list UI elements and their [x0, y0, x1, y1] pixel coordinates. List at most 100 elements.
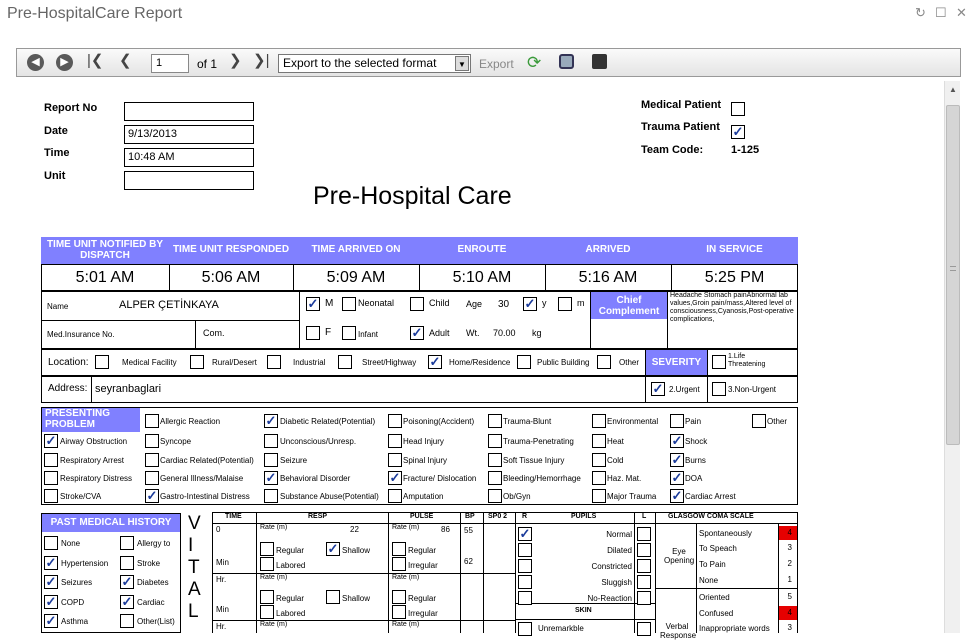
print-icon[interactable]: [592, 54, 607, 69]
problem-checkbox-18: [488, 453, 502, 467]
first-page-icon[interactable]: |❮: [87, 51, 103, 69]
location-medical-checkbox: [95, 355, 109, 369]
location-label: Location:: [48, 357, 89, 368]
age-value: 30: [498, 299, 510, 310]
time-responded: 5:06 AM: [201, 269, 261, 286]
row2-pulse-irregular-label: Irregular: [408, 609, 438, 618]
history-label-2: Hypertension: [61, 558, 109, 568]
time-header-responded: TIME UNIT RESPONDED: [169, 237, 293, 264]
severity-urgent-checkbox: [651, 382, 665, 396]
row1-regular-label: Regular: [276, 546, 305, 555]
row2-shallow-checkbox: [326, 590, 340, 604]
history-checkbox-5: [120, 575, 134, 589]
child-label: Child: [429, 298, 450, 308]
gcs-label-6: Inappropriate words: [699, 624, 770, 633]
problem-label-0: Allergic Reaction: [160, 417, 221, 426]
medical-patient-label: Medical Patient: [641, 99, 722, 111]
months-checkbox: [558, 297, 572, 311]
vital-pupils-header: PUPILS: [571, 513, 597, 520]
scroll-up-icon[interactable]: ▲: [949, 85, 957, 94]
pupil-left-checkbox-0: [637, 527, 651, 541]
gcs-score-0: 4: [779, 526, 797, 540]
row1-regular-checkbox: [260, 542, 274, 556]
row2-resp-rate-label: Rate (m): [260, 574, 288, 581]
chief-complaint-text: Headache Stomach painAbnormal lab values…: [670, 292, 794, 323]
problem-checkbox-8: [145, 434, 159, 448]
problem-label-5: Pain: [685, 417, 702, 426]
page-input[interactable]: 1: [151, 54, 189, 73]
problem-label-11: Trauma-Penetrating: [503, 437, 574, 446]
vertical-scrollbar[interactable]: ▲: [944, 81, 960, 633]
trauma-patient-label: Trauma Patient: [641, 121, 720, 133]
scroll-thumb[interactable]: [946, 105, 960, 445]
gcs-label-1: To Speach: [699, 544, 737, 553]
history-checkbox-7: [120, 594, 134, 609]
skin-unremarkable-right-checkbox: [637, 622, 651, 636]
skin-unremarkable-checkbox: [518, 622, 532, 636]
location-industrial-label: Industrial: [293, 358, 326, 367]
row1-shallow-checkbox: [326, 542, 340, 556]
location-industrial-checkbox: [267, 355, 281, 369]
row2-min: Min: [216, 605, 229, 614]
time-field: 10:48 AM: [124, 148, 254, 167]
problem-checkbox-22: [145, 471, 159, 485]
report-no-label: Report No: [44, 102, 98, 114]
history-label-3: Stroke: [137, 558, 161, 568]
history-label-6: COPD: [61, 597, 85, 607]
row2-pulse-regular-label: Regular: [408, 594, 437, 603]
row2-pulse-regular-checkbox: [392, 590, 406, 604]
patient-name: ALPER ÇETİNKAYA: [119, 299, 219, 311]
vital-letter-1: I: [188, 535, 194, 556]
next-page-icon[interactable]: ❯: [229, 51, 242, 69]
adult-label: Adult: [429, 328, 450, 338]
row1-pulse-rate-label: Rate (m): [392, 524, 420, 531]
problem-checkbox-32: [488, 489, 502, 503]
location-home-label: Home/Residence: [449, 358, 511, 367]
problem-checkbox-24: [388, 471, 402, 485]
refresh-report-icon[interactable]: ⟳: [527, 53, 541, 73]
forward-icon[interactable]: ▶: [56, 54, 73, 71]
vital-resp-header: RESP: [308, 513, 328, 520]
problem-label-26: Haz. Mat.: [607, 474, 642, 483]
gcs-score-2: 2: [787, 559, 792, 568]
export-format-select[interactable]: Export to the selected format ▼: [278, 54, 471, 73]
refresh-icon[interactable]: ↻: [915, 5, 926, 21]
problem-checkbox-0: [145, 414, 159, 428]
pupil-label-1: Dilated: [607, 546, 632, 555]
row2-labored-label: Labored: [276, 609, 306, 618]
time-header-dispatch: TIME UNIT NOTIFIED BY DISPATCH: [41, 237, 169, 264]
team-code-label: Team Code:: [641, 144, 704, 156]
problem-label-1: Diabetic Related(Potential): [280, 417, 376, 426]
row1-min: Min: [216, 558, 229, 567]
row1-resp-rate-label: Rate (m): [260, 524, 288, 531]
row1-pulse-rate: 86: [441, 525, 450, 534]
row2-pulse-irregular-checkbox: [392, 605, 406, 619]
weight-value: 70.00: [493, 328, 516, 338]
row1-pulse-irregular-checkbox: [392, 557, 406, 571]
history-label-1: Allergy to: [137, 539, 171, 548]
gcs-label-5: Confused: [699, 609, 734, 618]
location-medical-label: Medical Facility: [122, 358, 177, 367]
gcs-label-3: None: [699, 576, 719, 585]
problem-label-18: Soft Tissue Injury: [503, 456, 565, 465]
location-street-label: Street/Highway: [362, 358, 417, 367]
presenting-problem-label: PRESENTING PROBLEM: [42, 408, 140, 432]
back-icon[interactable]: ◀: [27, 54, 44, 71]
export-format-value: Export to the selected format: [283, 56, 437, 70]
problem-label-25: Bleeding/Hemorrhage: [503, 474, 581, 483]
export-button[interactable]: Export: [479, 57, 514, 71]
find-icon[interactable]: [559, 54, 574, 69]
gcs-label-0: Spontaneously: [699, 529, 752, 538]
vital-spo2-header: SP0 2: [488, 513, 508, 520]
row1-time: 0: [216, 525, 221, 534]
adult-checkbox: [410, 326, 424, 340]
problem-label-27: DOA: [685, 474, 703, 483]
vital-l-header: L: [642, 513, 647, 520]
row2-hr: Hr.: [216, 575, 227, 584]
history-checkbox-2: [44, 555, 58, 570]
problem-checkbox-4: [592, 414, 606, 428]
last-page-icon[interactable]: ❯|: [253, 51, 269, 69]
maximize-icon[interactable]: ☐: [935, 5, 947, 21]
prev-page-icon[interactable]: ❮: [119, 51, 132, 69]
close-icon[interactable]: ✕: [956, 5, 967, 21]
